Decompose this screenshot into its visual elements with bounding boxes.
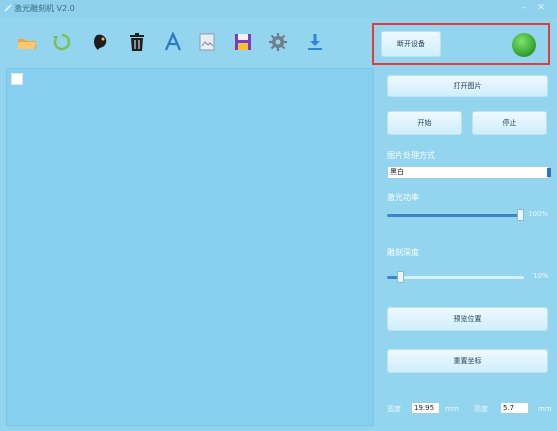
laser-power-value: 100% [528,210,549,218]
height-unit: mm [538,405,552,413]
gear-icon [269,33,287,51]
open-image-button[interactable]: 打开图片 [387,75,548,97]
app-icon [4,4,12,12]
laser-power-label: 激光功率 [387,193,419,202]
close-button[interactable]: ✕ [534,2,548,14]
open-folder-icon [18,39,36,49]
laser-power-fill [387,214,524,217]
delete-button[interactable] [124,29,150,55]
open-folder-button[interactable] [14,29,40,55]
processing-mode-label: 图片处理方式 [387,151,435,160]
width-unit: mm [445,405,459,413]
save-icon [235,34,251,50]
dropdown-arrow-icon [547,168,551,177]
disconnect-device-button[interactable]: 断开设备 [381,31,441,57]
device-status-led [512,33,536,57]
height-input[interactable]: 5.7 [500,402,529,414]
width-label: 宽度 [387,405,401,413]
title-bar: 激光雕刻机 V2.0 – ✕ [0,0,557,18]
text-button[interactable] [160,29,186,55]
paint-icon [94,34,107,50]
app-window: 激光雕刻机 V2.0 – ✕ 断开设备 打开图片 开始 停止 图片处理方式 黑白… [0,0,557,431]
processing-mode-select[interactable]: 黑白 [387,166,551,179]
settings-button[interactable] [265,29,291,55]
engrave-depth-thumb[interactable] [397,271,405,283]
reset-coordinates-button[interactable]: 重置坐标 [387,349,548,373]
stop-button[interactable]: 停止 [472,111,547,135]
download-button[interactable] [302,29,328,55]
engraving-canvas[interactable] [6,68,374,426]
canvas-origin-marker [11,73,23,85]
start-button[interactable]: 开始 [387,111,462,135]
text-icon [164,31,182,51]
download-icon [308,34,322,50]
engrave-depth-slider[interactable] [387,271,524,283]
engrave-depth-value: 10% [533,272,549,280]
save-button[interactable] [230,29,256,55]
width-input[interactable]: 19.95 [411,402,440,414]
toolbar [0,18,375,68]
window-title: 激光雕刻机 V2.0 [14,4,75,13]
laser-power-thumb[interactable] [517,209,524,221]
processing-mode-value: 黑白 [390,168,404,176]
preview-position-button[interactable]: 预览位置 [387,307,548,331]
image-button[interactable] [194,29,220,55]
image-icon [199,33,215,51]
paint-button[interactable] [89,29,115,55]
laser-power-slider[interactable] [387,209,524,221]
trash-icon [130,33,144,51]
undo-icon [53,33,71,51]
engrave-depth-label: 雕刻深度 [387,248,419,257]
undo-button[interactable] [49,29,75,55]
height-label: 高度 [474,405,488,413]
minimize-button[interactable]: – [517,2,531,14]
